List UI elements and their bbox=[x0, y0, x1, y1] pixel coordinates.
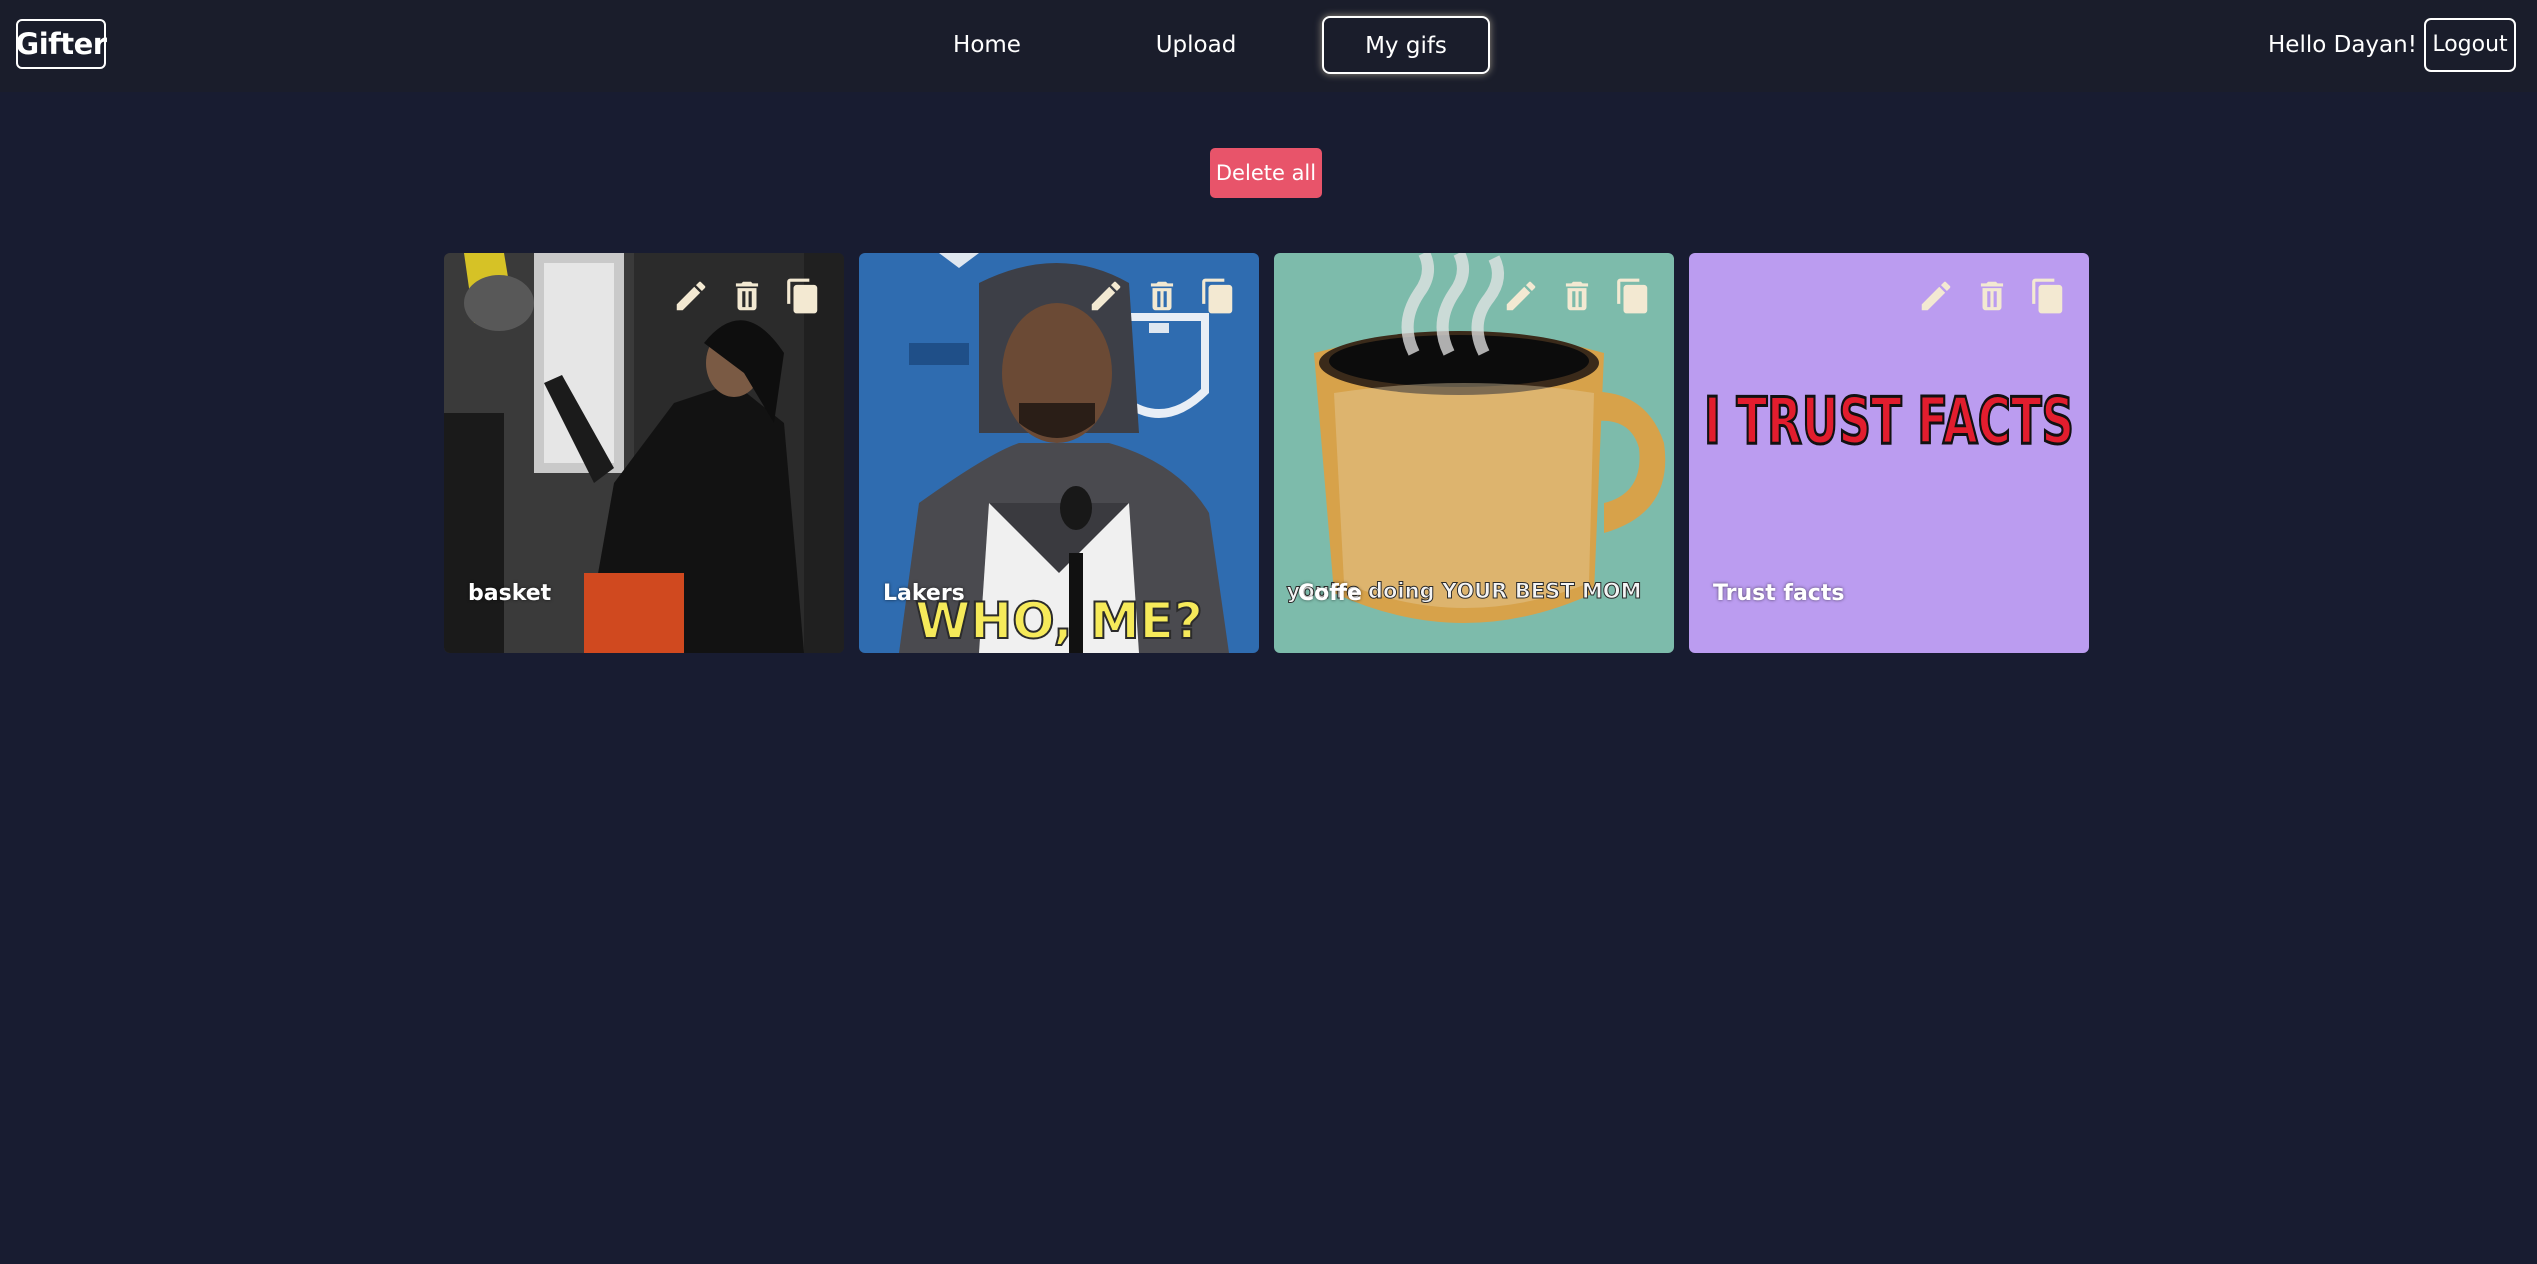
trash-icon[interactable] bbox=[1143, 277, 1181, 315]
copy-icon[interactable] bbox=[1199, 277, 1237, 315]
delete-all-button[interactable]: Delete all bbox=[1210, 148, 1322, 198]
pencil-icon[interactable] bbox=[1917, 277, 1955, 315]
nav-home-link[interactable]: Home bbox=[937, 22, 1037, 68]
user-greeting: Hello Dayan! bbox=[2268, 32, 2417, 58]
gif-card[interactable]: WHO, ME? Lakers bbox=[859, 253, 1259, 653]
gif-card[interactable]: basket bbox=[444, 253, 844, 653]
card-actions bbox=[1502, 277, 1652, 315]
gif-card[interactable]: you're doing YOUR BEST MOM Coffe bbox=[1274, 253, 1674, 653]
copy-icon[interactable] bbox=[2029, 277, 2067, 315]
nav-my-gifs-link[interactable]: My gifs bbox=[1322, 16, 1490, 74]
pencil-icon[interactable] bbox=[1087, 277, 1125, 315]
gif-card[interactable]: I TRUST FACTS Trust facts bbox=[1689, 253, 2089, 653]
pencil-icon[interactable] bbox=[672, 277, 710, 315]
pencil-icon[interactable] bbox=[1502, 277, 1540, 315]
copy-icon[interactable] bbox=[1614, 277, 1652, 315]
nav-upload-link[interactable]: Upload bbox=[1146, 22, 1246, 68]
trash-icon[interactable] bbox=[1558, 277, 1596, 315]
copy-icon[interactable] bbox=[784, 277, 822, 315]
gif-grid: basket WHO, ME? Lakers you're doing YOUR… bbox=[444, 253, 2090, 653]
app-logo[interactable]: Gifter bbox=[15, 19, 107, 69]
gif-caption-text: I TRUST FACTS bbox=[1704, 385, 2074, 459]
card-actions bbox=[1087, 277, 1237, 315]
gif-title: Lakers bbox=[883, 581, 965, 606]
gif-title: basket bbox=[468, 581, 552, 606]
card-actions bbox=[1917, 277, 2067, 315]
logout-button[interactable]: Logout bbox=[2424, 18, 2516, 72]
navbar: Gifter Home Upload My gifs Hello Dayan! … bbox=[0, 0, 2537, 92]
gif-title: Coffe bbox=[1298, 581, 1363, 606]
trash-icon[interactable] bbox=[1973, 277, 2011, 315]
gif-title: Trust facts bbox=[1713, 581, 1845, 606]
card-actions bbox=[672, 277, 822, 315]
trash-icon[interactable] bbox=[728, 277, 766, 315]
